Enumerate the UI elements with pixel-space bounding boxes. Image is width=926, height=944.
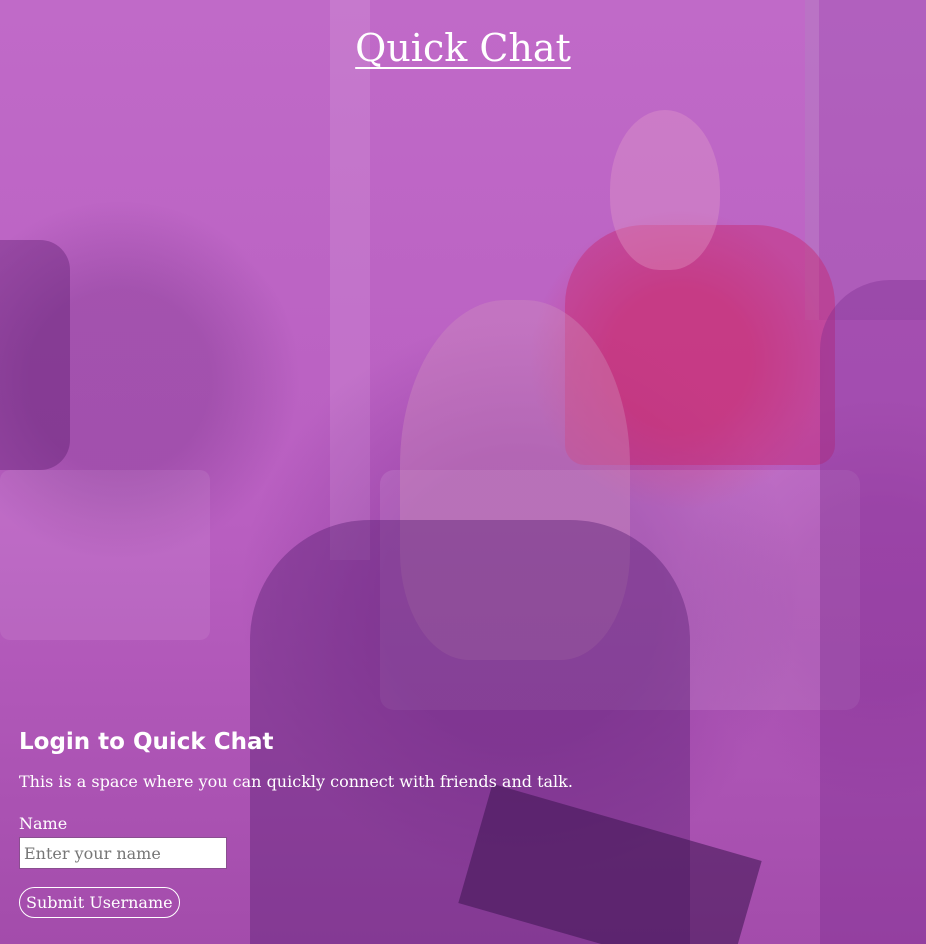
login-form: Login to Quick Chat This is a space wher… [19, 727, 719, 918]
window-frame [330, 0, 370, 560]
background-person-right [820, 280, 926, 944]
submit-username-button[interactable]: Submit Username [19, 887, 180, 918]
name-input[interactable] [19, 837, 227, 869]
man-head [610, 110, 720, 270]
login-description: This is a space where you can quickly co… [19, 772, 573, 791]
page-title-text[interactable]: Quick Chat [355, 26, 571, 70]
sofa-left [0, 470, 210, 640]
name-label: Name [19, 814, 68, 833]
login-heading: Login to Quick Chat [19, 729, 274, 755]
background-person-left [0, 240, 70, 470]
page-title: Quick Chat [0, 26, 926, 70]
